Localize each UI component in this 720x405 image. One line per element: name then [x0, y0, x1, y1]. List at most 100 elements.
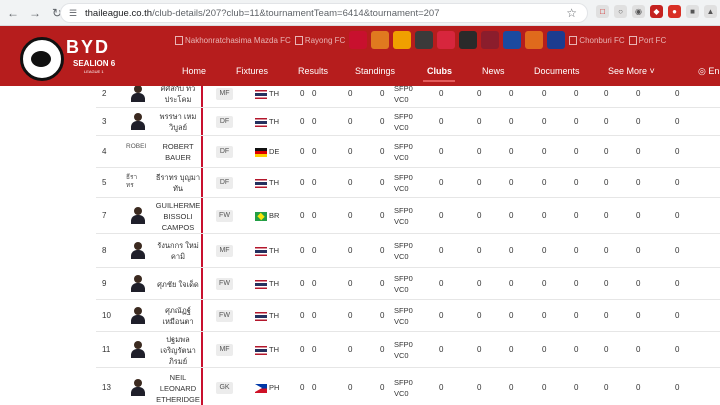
position-badge: MF: [216, 344, 233, 356]
nationality-flag-icon: [255, 279, 267, 289]
nationality-flag-icon: [255, 178, 267, 188]
stat-value: 0: [348, 211, 353, 220]
stat-value: 0: [439, 178, 444, 187]
table-row[interactable]: 13 NEIL LEONARD ETHERIDGE GK PH 0 0 0 0 SFP0 VC0 0…: [96, 368, 720, 405]
bookmark-star-icon[interactable]: ☆: [566, 6, 577, 20]
active-menu-indicator: [423, 80, 455, 82]
nationality-code: TH: [269, 311, 279, 320]
position-badge: FW: [216, 278, 233, 290]
stat-value: 0: [574, 178, 579, 187]
sfp-vc-stat: SFP0 VC0: [394, 378, 413, 398]
club-logo-link[interactable]: Rayong FC: [294, 35, 345, 45]
extension-icon[interactable]: ◆: [650, 5, 663, 18]
stat-value: 0: [439, 279, 444, 288]
table-row[interactable]: 2 ศศิสกับ ทว ประโคม MF TH 0 0 0 0 SFP0 VC0 0 0 0 0 0 0 0…: [96, 86, 720, 108]
nationality-code: BR: [269, 211, 280, 220]
extension-icon[interactable]: ◉: [632, 5, 645, 18]
broken-image-icon: [628, 35, 637, 45]
stat-value: 0: [477, 117, 482, 126]
stat-value: 0: [574, 279, 579, 288]
stat-value: 0: [300, 279, 305, 288]
table-row[interactable]: 9 ศุภชัย ใจเด็ด FW TH 0 0 0 0 SFP0 VC0 0 0 0 0 0 0 0 0: [96, 268, 720, 300]
nationality-code: TH: [269, 89, 279, 98]
menu-item-documents[interactable]: Documents: [534, 66, 580, 76]
sfp-vc-stat: SFP0 VC0: [394, 86, 413, 104]
nationality-flag-icon: [255, 211, 267, 221]
stat-value: 0: [636, 246, 641, 255]
extension-icon[interactable]: □: [596, 5, 609, 18]
menu-item-en[interactable]: ◎ En: [698, 66, 719, 77]
club-crest-icon[interactable]: [481, 31, 500, 49]
stat-value: 0: [300, 211, 305, 220]
club-logo-link[interactable]: Chonburi FC: [569, 35, 625, 45]
extension-icon[interactable]: ●: [668, 5, 681, 18]
stat-value: 0: [477, 279, 482, 288]
table-row[interactable]: 3 พรรษา เหม วิบูลย์ DF TH 0 0 0 0 SFP0 VC0 0 0 0 0 0 0 0…: [96, 108, 720, 136]
stat-value: 0: [604, 117, 609, 126]
stat-value: 0: [604, 246, 609, 255]
nationality-flag-icon: [255, 311, 267, 321]
stat-value: 0: [477, 89, 482, 98]
club-crest-icon[interactable]: [349, 31, 368, 49]
table-row[interactable]: 7 GUILHERME BISSOLI CAMPOS FW BR 0 0 0 0 SFP0 VC0…: [96, 198, 720, 234]
extension-icons: □ ○ ◉ ◆ ● ■ ▲ ☻: [596, 5, 720, 18]
club-crest-icon[interactable]: [437, 31, 456, 49]
back-icon[interactable]: ←: [4, 4, 22, 22]
player-name: ROBERT BAUER: [162, 142, 194, 162]
logo-sub: LEAGUE 1: [84, 69, 104, 74]
stat-value: 0: [509, 117, 514, 126]
stat-value: 0: [348, 246, 353, 255]
menu-item-results[interactable]: Results: [298, 66, 328, 76]
club-crest-icon[interactable]: [459, 31, 478, 49]
stat-value: 0: [312, 246, 317, 255]
site-info-icon[interactable]: ☰: [67, 7, 79, 19]
menu-item-home[interactable]: Home: [182, 66, 206, 76]
nationality-flag-icon: [255, 117, 267, 127]
player-photo: [130, 341, 146, 359]
table-row[interactable]: 5 ธีรา ทร ธีราทร บุญมา ทัน DF TH 0 0 0 0 SFP0 VC0 0…: [96, 168, 720, 198]
broken-image-icon: [294, 35, 303, 45]
stat-value: 0: [439, 383, 444, 392]
stat-value: 0: [477, 147, 482, 156]
stat-value: 0: [300, 345, 305, 354]
club-logo-link[interactable]: Nakhonratchasima Mazda FC: [175, 35, 291, 45]
sfp-vc-stat: SFP0 VC0: [394, 206, 413, 226]
stat-value: 0: [439, 147, 444, 156]
club-crest-icon[interactable]: [371, 31, 390, 49]
club-crest-icon[interactable]: [415, 31, 434, 49]
position-badge: GK: [216, 382, 233, 394]
extension-icon[interactable]: ■: [686, 5, 699, 18]
position-badge: MF: [216, 245, 233, 257]
broken-image-icon: [569, 35, 578, 45]
stat-value: 0: [542, 178, 547, 187]
stat-value: 0: [300, 147, 305, 156]
extension-icon[interactable]: ▲: [704, 5, 717, 18]
club-crest-icon[interactable]: [525, 31, 544, 49]
address-bar[interactable]: ☰ thaileague.co.th/club-details/207?club…: [60, 3, 588, 23]
stat-value: 0: [348, 311, 353, 320]
extension-icon[interactable]: ○: [614, 5, 627, 18]
stat-value: 0: [636, 147, 641, 156]
nationality-code: TH: [269, 117, 279, 126]
stat-value: 0: [300, 311, 305, 320]
menu-item-clubs[interactable]: Clubs: [427, 66, 452, 76]
club-logo-link[interactable]: Port FC: [628, 35, 666, 45]
table-row[interactable]: 8 รังนกกร ใหม่ คามิ MF TH 0 0 0 0 SFP0 VC0 0 0 0 0 0 0 0…: [96, 234, 720, 268]
player-name: GUILHERME BISSOLI CAMPOS: [155, 200, 201, 232]
stat-value: 0: [636, 211, 641, 220]
menu-item-see-more[interactable]: See More ˅: [608, 66, 655, 76]
club-crest-icon[interactable]: [393, 31, 412, 49]
menu-item-standings[interactable]: Standings: [355, 66, 395, 76]
club-crest-icon[interactable]: [547, 31, 566, 49]
table-row[interactable]: 10 ศุภณัฏฐ์ เหมือนตา FW TH 0 0 0 0 SFP0 VC0 0 0 0 0 0 0…: [96, 300, 720, 332]
sfp-vc-stat: SFP0 VC0: [394, 112, 413, 132]
table-row[interactable]: 4 ROBEI ROBERT BAUER DF DE 0 0 0 0 SFP0 VC0 0 0 0 0 0 0 0…: [96, 136, 720, 168]
table-row[interactable]: 11 ปฐมพล เจริญรัตนา ภิรมย์ MF TH 0 0 0 0 SFP0 VC0…: [96, 332, 720, 368]
stat-value: 0: [675, 311, 680, 320]
shirt-number: 3: [102, 117, 107, 126]
club-crest-icon[interactable]: [503, 31, 522, 49]
menu-item-news[interactable]: News: [482, 66, 505, 76]
forward-icon[interactable]: →: [26, 4, 44, 22]
league-logo[interactable]: BYD SEALION 6 LEAGUE 1: [18, 31, 136, 81]
menu-item-fixtures[interactable]: Fixtures: [236, 66, 268, 76]
